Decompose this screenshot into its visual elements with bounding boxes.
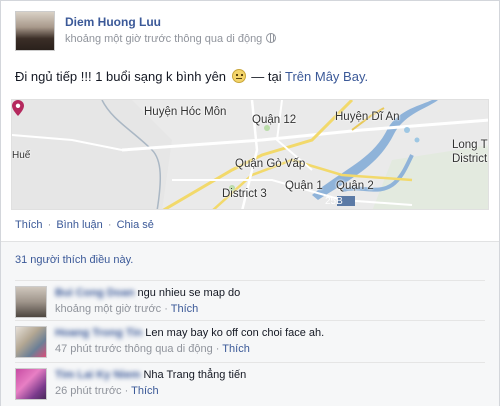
- post-header: Diem Huong Luu khoảng một giờ trước thôn…: [15, 11, 485, 55]
- map-label-road-25b: 25B: [325, 196, 343, 207]
- map-label-long-th: Long Th: [452, 139, 488, 151]
- map-label-hue: Huế: [12, 150, 31, 161]
- separator: ·: [215, 343, 220, 355]
- comment-body: Len may bay ko off con choi face ah.: [145, 327, 325, 339]
- status-text: Đi ngủ tiếp !!! 1 buổi sạng k bình yên —…: [15, 69, 368, 84]
- comment-meta: khoảng một giờ trước · Thích: [55, 303, 198, 315]
- feedback-section: 31 người thích điều này. Bui Cong Doan n…: [1, 241, 499, 406]
- comment-like-link[interactable]: Thích: [131, 385, 159, 397]
- author-avatar[interactable]: [15, 11, 55, 51]
- frown-emoticon-icon: [231, 69, 246, 83]
- map-label-quan-12: Quận 12: [252, 114, 297, 126]
- author-name[interactable]: Diem Huong Luu: [65, 15, 161, 29]
- comment-text: Bui Cong Doan ngu nhieu se map do: [55, 287, 240, 299]
- post-time[interactable]: khoảng một giờ trước thông qua di động: [65, 33, 262, 45]
- map-label-district: District: [452, 153, 488, 165]
- comment-meta: 26 phút trước · Thích: [55, 385, 159, 397]
- comment-body: Nha Trang thẳng tiến: [143, 369, 247, 381]
- map-label-district-3: District 3: [222, 188, 267, 200]
- post-meta: khoảng một giờ trước thông qua di động: [65, 33, 277, 45]
- comment-body: ngu nhieu se map do: [137, 287, 241, 299]
- status-body: Đi ngủ tiếp !!! 1 buổi sạng k bình yên: [15, 69, 227, 84]
- comment-text: Tim Lai Ky Niem Nha Trang thẳng tiến: [55, 369, 246, 381]
- post-actions: Thích · Bình luận · Chia sẻ: [15, 219, 154, 231]
- place-link[interactable]: Trên Mây Bay.: [285, 69, 368, 84]
- post-card: Diem Huong Luu khoảng một giờ trước thôn…: [0, 0, 500, 406]
- comment-row: Bui Cong Doan ngu nhieu se map do khoảng…: [15, 280, 485, 318]
- comment-like-link[interactable]: Thích: [171, 303, 199, 315]
- commenter-avatar[interactable]: [15, 286, 47, 318]
- map-label-quan-1: Quận 1: [285, 180, 323, 192]
- comment-text: Hoang Trong Tin Len may bay ko off con c…: [55, 327, 324, 339]
- comment-row: Tim Lai Ky Niem Nha Trang thẳng tiến 26 …: [15, 362, 485, 402]
- commenter-name[interactable]: Bui Cong Doan: [55, 287, 134, 299]
- comment-time[interactable]: 26 phút trước: [55, 385, 122, 397]
- map-label-go-vap: Quận Gò Vấp: [235, 158, 306, 170]
- share-link[interactable]: Chia sẻ: [117, 219, 154, 231]
- separator: ·: [124, 385, 129, 397]
- commenter-name[interactable]: Hoang Trong Tin: [55, 327, 142, 339]
- globe-icon: [266, 33, 277, 43]
- separator: ·: [107, 219, 112, 231]
- comment-time[interactable]: khoảng một giờ trước: [55, 303, 161, 315]
- commenter-avatar[interactable]: [15, 368, 47, 400]
- comment-meta: 47 phút trước thông qua di động · Thích: [55, 343, 250, 355]
- location-pin-icon: [12, 100, 24, 116]
- separator: ·: [164, 303, 168, 315]
- comment-row: Hoang Trong Tin Len may bay ko off con c…: [15, 320, 485, 360]
- map-label-quan-2: Quận 2: [336, 180, 374, 192]
- commenter-avatar[interactable]: [15, 326, 47, 358]
- location-map[interactable]: Huyện Hóc Môn Quận 12 Huyện Dĩ An Huế Qu…: [11, 99, 489, 210]
- comment-time[interactable]: 47 phút trước thông qua di động: [55, 343, 213, 355]
- separator: ·: [47, 219, 52, 231]
- likes-count[interactable]: 31 người thích điều này.: [15, 254, 133, 266]
- map-label-di-an: Huyện Dĩ An: [335, 111, 400, 123]
- commenter-name[interactable]: Tim Lai Ky Niem: [55, 369, 140, 381]
- comment-like-link[interactable]: Thích: [222, 343, 250, 355]
- like-link[interactable]: Thích: [15, 219, 43, 231]
- map-label-hoc-mon: Huyện Hóc Môn: [144, 106, 227, 118]
- comment-link[interactable]: Bình luận: [56, 219, 102, 231]
- status-at: — tại: [251, 69, 282, 84]
